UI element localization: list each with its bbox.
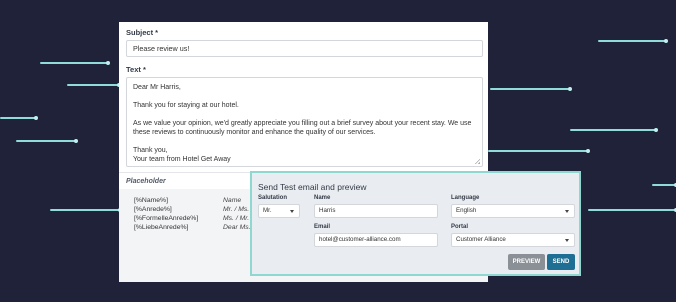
name-input[interactable]: Harris <box>314 204 438 218</box>
salutation-label: Salutation <box>258 195 288 201</box>
decor-streak <box>16 139 78 143</box>
decor-streak <box>488 149 590 153</box>
placeholder-value: Name <box>223 197 242 204</box>
dialog-title: Send Test email and preview <box>258 182 367 192</box>
decor-streak <box>588 208 676 212</box>
subject-input[interactable]: Please review us! <box>126 40 483 57</box>
chevron-down-icon <box>565 210 569 213</box>
salutation-select[interactable]: Mr. <box>258 204 300 218</box>
portal-value: Customer Alliance <box>456 236 506 243</box>
decor-streak <box>652 183 676 187</box>
subject-label: Subject * <box>126 28 159 37</box>
decor-streak <box>40 61 110 65</box>
decor-streak <box>67 83 121 87</box>
chevron-down-icon <box>290 210 294 213</box>
placeholder-key[interactable]: [%Name%] <box>134 197 168 204</box>
chevron-down-icon <box>565 239 569 242</box>
placeholder-key[interactable]: [%FormelleAnrede%] <box>134 215 198 222</box>
decor-streak <box>490 87 572 91</box>
portal-select[interactable]: Customer Alliance <box>451 233 575 247</box>
email-input[interactable]: hotel@customer-alliance.com <box>314 233 438 247</box>
placeholder-value: Mr. / Ms. / <box>223 206 253 213</box>
name-label: Name <box>314 195 331 201</box>
language-select[interactable]: English <box>451 204 575 218</box>
placeholder-title: Placeholder <box>126 178 166 185</box>
portal-label: Portal <box>451 224 469 230</box>
placeholder-key[interactable]: [%LiebeAnrede%] <box>134 224 188 231</box>
text-paragraph: Dear Mr Harris, <box>133 84 181 91</box>
language-label: Language <box>451 195 480 201</box>
salutation-value: Mr. <box>263 207 272 214</box>
test-email-dialog: Send Test email and preview Salutation M… <box>250 171 581 276</box>
decor-streak <box>0 116 38 120</box>
text-paragraph: As we value your opinion, we'd greatly a… <box>133 120 472 136</box>
decor-streak <box>598 39 668 43</box>
send-button[interactable]: SEND <box>547 254 575 270</box>
placeholder-key[interactable]: [%Anrede%] <box>134 206 172 213</box>
text-paragraph: Thank you for staying at our hotel. <box>133 102 239 109</box>
text-label: Text * <box>126 65 146 74</box>
email-text-area[interactable]: Dear Mr Harris, Thank you for staying at… <box>126 77 483 167</box>
placeholder-value: Ms. / Mr. / <box>223 215 253 222</box>
email-label: Email <box>314 224 331 230</box>
text-paragraph: Thank you, Your team from Hotel Get Away <box>133 147 231 163</box>
decor-streak <box>570 128 658 132</box>
decor-streak <box>50 208 122 212</box>
resize-grip-icon[interactable] <box>474 158 480 164</box>
preview-button[interactable]: PREVIEW <box>508 254 545 270</box>
language-value: English <box>456 207 477 214</box>
